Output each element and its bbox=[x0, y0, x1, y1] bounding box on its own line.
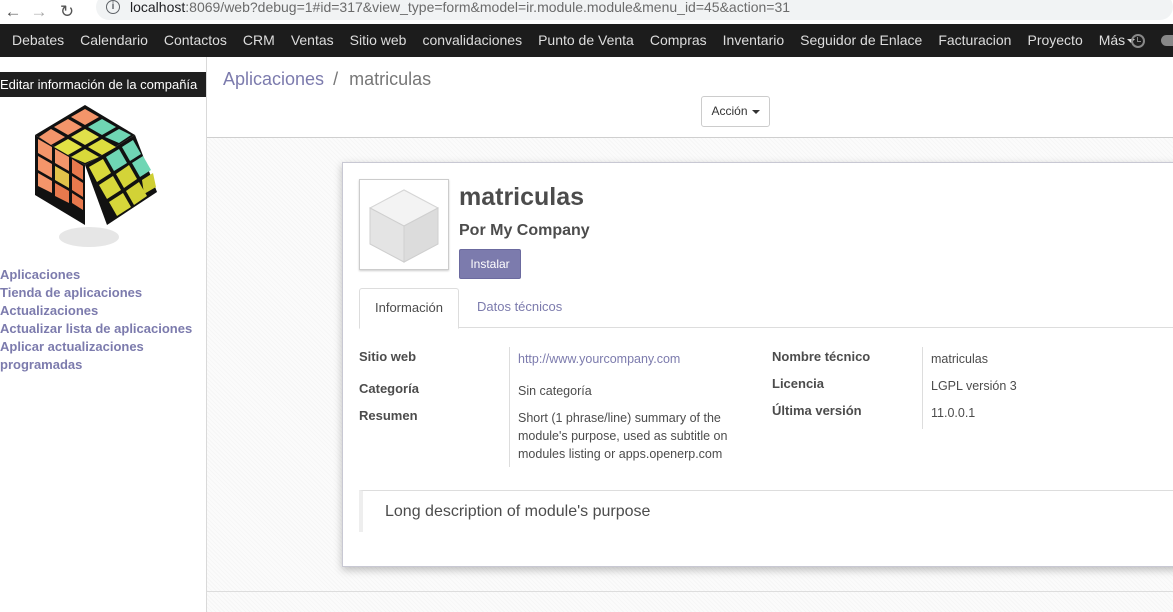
cube-icon bbox=[368, 189, 440, 263]
browser-toolbar: ← → ↻ i localhost:8069/web?debug=1#id=31… bbox=[0, 0, 1173, 24]
menu-ventas[interactable]: Ventas bbox=[283, 24, 342, 57]
summary-label: Resumen bbox=[359, 408, 418, 423]
info-icon[interactable]: i bbox=[106, 0, 120, 14]
chat-icon[interactable] bbox=[1161, 35, 1173, 46]
website-link[interactable]: http://www.yourcompany.com bbox=[518, 350, 680, 368]
technical-name-label: Nombre técnico bbox=[772, 349, 871, 364]
category-value: Sin categoría bbox=[518, 384, 592, 398]
menu-inventario[interactable]: Inventario bbox=[715, 24, 792, 57]
module-icon bbox=[359, 179, 449, 270]
menu-punto-de-venta[interactable]: Punto de Venta bbox=[530, 24, 642, 57]
menu-contactos[interactable]: Contactos bbox=[156, 24, 235, 57]
reload-icon[interactable]: ↻ bbox=[52, 3, 82, 21]
summary-value: Short (1 phrase/line) summary of the mod… bbox=[518, 411, 728, 461]
settings-menu: Aplicaciones Tienda de aplicaciones Actu… bbox=[0, 266, 206, 374]
caret-down-icon bbox=[751, 109, 760, 114]
field-separator bbox=[922, 347, 923, 429]
app-top-menu: Debates Calendario Contactos CRM Ventas … bbox=[0, 24, 1173, 57]
category-label: Categoría bbox=[359, 381, 419, 396]
breadcrumb: Aplicaciones / matriculas bbox=[223, 69, 431, 90]
action-dropdown-button[interactable]: Acción bbox=[701, 96, 770, 127]
breadcrumb-aplicaciones[interactable]: Aplicaciones bbox=[223, 69, 324, 89]
sidebar-item-aplicar-actualizaciones-cont[interactable]: programadas bbox=[0, 356, 206, 374]
sidebar-item-actualizaciones[interactable]: Actualizaciones bbox=[0, 302, 206, 320]
menu-convalidaciones[interactable]: convalidaciones bbox=[414, 24, 530, 57]
systray bbox=[1131, 24, 1173, 57]
content-bottom-border bbox=[207, 591, 1173, 592]
menu-facturacion[interactable]: Facturacion bbox=[930, 24, 1019, 57]
website-label: Sitio web bbox=[359, 349, 417, 364]
license-label: Licencia bbox=[772, 376, 825, 391]
sidebar-item-aplicaciones[interactable]: Aplicaciones bbox=[0, 266, 206, 284]
menu-crm[interactable]: CRM bbox=[235, 24, 283, 57]
install-button[interactable]: Instalar bbox=[459, 249, 521, 279]
url-host: localhost bbox=[130, 0, 186, 15]
field-separator bbox=[509, 347, 510, 467]
version-value: 11.0.0.1 bbox=[931, 406, 976, 420]
menu-debates[interactable]: Debates bbox=[0, 24, 72, 57]
url-text: localhost:8069/web?debug=1#id=317&view_t… bbox=[130, 0, 790, 15]
url-path: :8069/web?debug=1#id=317&view_type=form&… bbox=[185, 0, 791, 15]
menu-calendario[interactable]: Calendario bbox=[72, 24, 156, 57]
form-sheet: matriculas Por My Company Instalar Infor… bbox=[342, 162, 1173, 567]
back-arrow-icon[interactable]: ← bbox=[0, 3, 26, 21]
breadcrumb-separator: / bbox=[333, 69, 339, 89]
address-bar[interactable]: i localhost:8069/web?debug=1#id=317&view… bbox=[96, 0, 1173, 20]
module-author: Por My Company bbox=[459, 222, 590, 239]
company-logo[interactable] bbox=[7, 97, 187, 249]
control-panel: Aplicaciones / matriculas Acción bbox=[207, 57, 1173, 138]
menu-seguidor-de-enlace[interactable]: Seguidor de Enlace bbox=[792, 24, 930, 57]
menu-mas-label: Más bbox=[1098, 32, 1126, 48]
menu-proyecto[interactable]: Proyecto bbox=[1019, 24, 1090, 57]
breadcrumb-current: matriculas bbox=[349, 69, 432, 89]
form-content-area: matriculas Por My Company Instalar Infor… bbox=[207, 138, 1173, 612]
menu-sitio-web[interactable]: Sitio web bbox=[342, 24, 415, 57]
notebook-tabs: Información Datos técnicos bbox=[359, 288, 1173, 329]
action-label: Acción bbox=[711, 104, 748, 118]
sidebar-item-actualizar-lista[interactable]: Actualizar lista de aplicaciones bbox=[0, 320, 206, 338]
module-title: matriculas bbox=[459, 183, 585, 211]
clock-icon[interactable] bbox=[1131, 33, 1145, 48]
technical-name-value: matriculas bbox=[931, 352, 988, 366]
left-sidebar: Editar información de la compañía Aplica… bbox=[0, 57, 207, 612]
license-value: LGPL versión 3 bbox=[931, 379, 1017, 393]
module-description: Long description of module's purpose bbox=[385, 503, 651, 520]
description-box: Long description of module's purpose bbox=[359, 490, 1173, 532]
tab-datos-tecnicos[interactable]: Datos técnicos bbox=[462, 288, 577, 328]
forward-arrow-icon[interactable]: → bbox=[26, 3, 52, 21]
company-tooltip: Editar información de la compañía bbox=[0, 72, 206, 97]
sidebar-item-aplicar-actualizaciones[interactable]: Aplicar actualizaciones bbox=[0, 338, 206, 356]
tab-informacion[interactable]: Información bbox=[359, 288, 459, 329]
menu-compras[interactable]: Compras bbox=[642, 24, 715, 57]
sidebar-item-tienda[interactable]: Tienda de aplicaciones bbox=[0, 284, 206, 302]
version-label: Última versión bbox=[772, 403, 862, 418]
